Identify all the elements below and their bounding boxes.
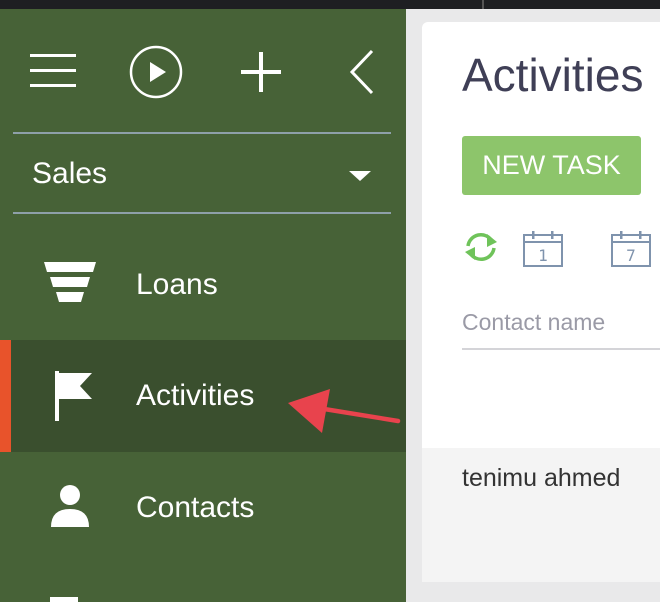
- section-dropdown-label: Sales: [32, 157, 108, 190]
- play-icon[interactable]: [128, 44, 184, 100]
- calendar-day-label: 1: [538, 246, 548, 265]
- page-title: Activities: [462, 49, 644, 101]
- sidebar-divider-bottom: [13, 212, 391, 214]
- sidebar-item-label: Contacts: [136, 491, 255, 524]
- active-indicator: [0, 340, 11, 452]
- calendar-week-icon[interactable]: 7: [610, 230, 652, 273]
- window-top-bar: [0, 0, 660, 9]
- section-dropdown[interactable]: Sales: [13, 139, 391, 209]
- flag-icon: [46, 368, 102, 424]
- top-bar-divider: [482, 0, 484, 9]
- new-task-button[interactable]: NEW TASK: [462, 136, 641, 195]
- activities-panel: Activities NEW TASK 1 7 Contact name ten…: [422, 22, 660, 582]
- sidebar: Sales Loans Activities Contacts: [0, 9, 406, 602]
- calendar-week-label: 7: [626, 246, 636, 265]
- column-header-divider: [462, 348, 660, 350]
- partial-next-item-icon: [50, 597, 78, 602]
- sidebar-divider-top: [13, 132, 391, 134]
- column-header-contact-name[interactable]: Contact name: [462, 309, 605, 336]
- contact-name-cell: tenimu ahmed: [462, 464, 621, 492]
- sidebar-item-label: Loans: [136, 268, 218, 301]
- person-icon: [42, 478, 98, 534]
- calendar-day-icon[interactable]: 1: [522, 230, 564, 273]
- sidebar-item-loans[interactable]: Loans: [0, 229, 406, 341]
- collapse-chevron-icon[interactable]: [344, 47, 378, 97]
- dropdown-caret-icon: [349, 171, 371, 181]
- hamburger-menu-icon[interactable]: [28, 51, 78, 91]
- annotation-arrow-icon: [288, 389, 401, 433]
- sidebar-item-contacts[interactable]: Contacts: [0, 452, 406, 564]
- funnel-icon: [42, 255, 98, 311]
- refresh-icon[interactable]: [462, 231, 500, 268]
- plus-icon[interactable]: [238, 49, 284, 95]
- sidebar-item-label: Activities: [136, 379, 255, 412]
- table-row[interactable]: tenimu ahmed: [422, 448, 660, 582]
